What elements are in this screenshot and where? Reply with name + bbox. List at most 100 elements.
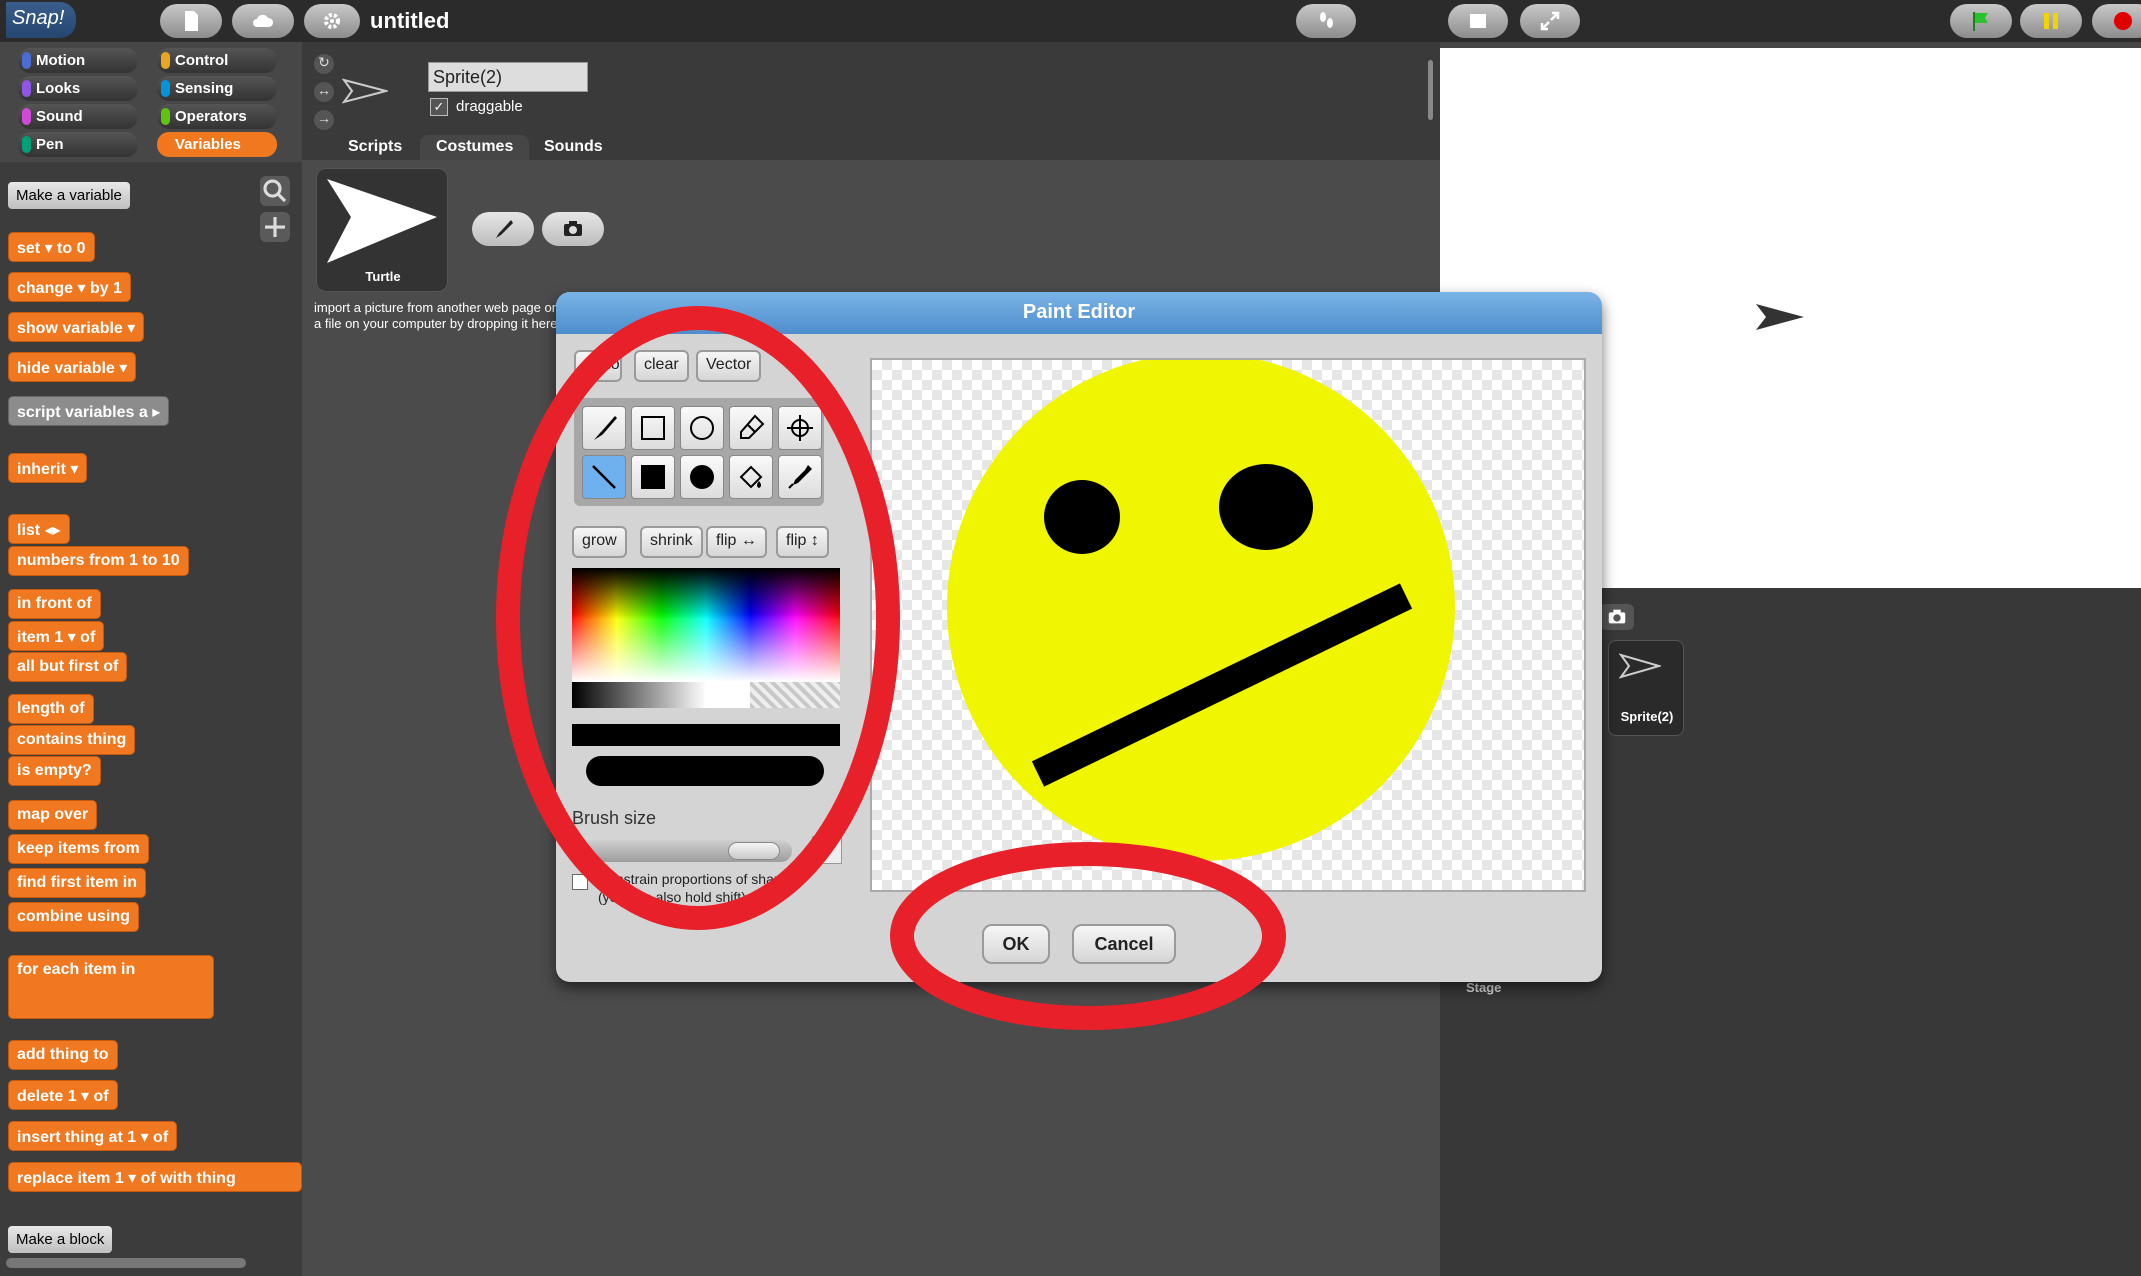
snap-window: Snap! untitled Motion Control Looks Sens… xyxy=(0,0,2141,1276)
green-flag-icon xyxy=(1973,12,1988,31)
undo-button[interactable]: undo xyxy=(574,350,622,382)
cloud-button[interactable] xyxy=(232,4,294,38)
sprite-thumbnail-icon xyxy=(1619,653,1661,679)
block-replace-item[interactable]: replace item 1 ▾ of with thing xyxy=(8,1162,302,1192)
block-add[interactable]: add thing to xyxy=(8,1040,118,1070)
constrain-label-line-1: Constrain proportions of shapes? xyxy=(598,871,805,887)
draggable-checkbox[interactable]: ✓ xyxy=(430,98,448,116)
rectangle-tool[interactable] xyxy=(631,406,675,450)
tab-sounds[interactable]: Sounds xyxy=(528,135,619,161)
ok-button[interactable]: OK xyxy=(982,924,1050,964)
green-flag-button[interactable] xyxy=(1950,4,2012,38)
gear-icon xyxy=(324,13,340,29)
costume-turtle[interactable]: Turtle xyxy=(316,168,448,292)
sprite-corral-item[interactable]: Sprite(2) xyxy=(1608,640,1684,736)
clear-button[interactable]: clear xyxy=(634,350,689,382)
block-numbers-from[interactable]: numbers from 1 to 10 xyxy=(8,546,189,576)
shrink-button[interactable]: shrink xyxy=(640,526,703,558)
flip-horizontal-button[interactable]: flip ↔ xyxy=(706,526,767,558)
block-inherit[interactable]: inherit ▾ xyxy=(8,453,88,483)
stage-label: Stage xyxy=(1466,980,1502,995)
sprite-pane-scrollbar[interactable] xyxy=(1428,60,1433,120)
block-keep-items[interactable]: keep items from xyxy=(8,834,149,864)
brush-size-slider[interactable] xyxy=(572,840,792,862)
grayscale-picker[interactable] xyxy=(572,682,840,708)
ellipse-tool[interactable] xyxy=(680,406,724,450)
pause-button[interactable] xyxy=(2020,4,2082,38)
eraser-tool[interactable] xyxy=(729,406,773,450)
block-set[interactable]: set ▾ to 0 xyxy=(8,232,95,262)
block-all-but-first[interactable]: all but first of xyxy=(8,652,128,682)
snap-logo[interactable]: Snap! xyxy=(6,2,76,38)
make-variable-button[interactable]: Make a variable xyxy=(8,182,130,209)
block-show-variable[interactable]: show variable ▾ xyxy=(8,312,145,342)
palette-scrollbar[interactable] xyxy=(6,1258,246,1268)
block-delete[interactable]: delete 1 ▾ of xyxy=(8,1080,118,1110)
paint-bucket-icon xyxy=(739,465,763,489)
rotation-style-flip[interactable]: ↔ xyxy=(314,82,334,102)
stop-button[interactable] xyxy=(2092,4,2141,38)
make-block-button[interactable]: Make a block xyxy=(8,1226,113,1253)
normal-stage-button[interactable] xyxy=(1448,4,1508,38)
block-map[interactable]: map over xyxy=(8,800,98,830)
filled-rectangle-tool[interactable] xyxy=(631,455,675,499)
block-contains[interactable]: contains thing xyxy=(8,725,136,755)
block-in-front-of[interactable]: in front of xyxy=(8,589,101,619)
block-item-of[interactable]: item 1 ▾ of xyxy=(8,621,105,651)
presentation-mode-button[interactable] xyxy=(1520,4,1580,38)
import-hint-line-2: a file on your computer by dropping it h… xyxy=(314,316,558,331)
search-icon xyxy=(263,179,287,203)
category-sensing[interactable]: Sensing xyxy=(157,76,277,101)
settings-button[interactable] xyxy=(304,4,360,38)
paint-canvas[interactable] xyxy=(870,358,1586,892)
stage-size-icon xyxy=(1470,14,1486,28)
camera-icon xyxy=(564,221,582,236)
category-sound[interactable]: Sound xyxy=(18,104,138,129)
stage-camera-button[interactable] xyxy=(1600,604,1634,630)
flip-vertical-button[interactable]: flip ↕ xyxy=(776,526,829,558)
block-find-first[interactable]: find first item in xyxy=(8,868,146,898)
block-change[interactable]: change ▾ by 1 xyxy=(8,272,131,302)
brush-tool[interactable] xyxy=(582,406,626,450)
paint-bucket-tool[interactable] xyxy=(729,455,773,499)
cancel-button[interactable]: Cancel xyxy=(1072,924,1176,964)
camera-costume-button[interactable] xyxy=(542,212,604,246)
footprints-icon xyxy=(1320,12,1333,28)
search-blocks-button[interactable] xyxy=(260,176,290,206)
crosshairs-tool[interactable] xyxy=(778,406,822,450)
tab-scripts[interactable]: Scripts xyxy=(332,135,418,161)
block-hide-variable[interactable]: hide variable ▾ xyxy=(8,352,137,382)
category-looks[interactable]: Looks xyxy=(18,76,138,101)
block-length-of[interactable]: length of xyxy=(8,694,94,724)
block-combine[interactable]: combine using xyxy=(8,902,139,932)
paint-new-costume-button[interactable] xyxy=(472,212,534,246)
rotation-style-rotate[interactable]: ↻ xyxy=(314,54,334,74)
category-pen[interactable]: Pen xyxy=(18,132,138,157)
line-tool[interactable] xyxy=(582,455,626,499)
grow-button[interactable]: grow xyxy=(572,526,627,558)
block-script-variables[interactable]: script variables a ▸ xyxy=(8,396,170,426)
paintbrush-icon xyxy=(496,220,513,238)
color-picker[interactable] xyxy=(572,568,840,682)
brush-size-input[interactable]: 20 xyxy=(812,836,842,864)
block-for-each[interactable]: for each item in xyxy=(8,955,214,1019)
category-control[interactable]: Control xyxy=(157,48,277,73)
eyedropper-tool[interactable] xyxy=(778,455,822,499)
block-insert[interactable]: insert thing at 1 ▾ of xyxy=(8,1121,178,1151)
sprite-name-field[interactable]: Sprite(2) xyxy=(428,62,588,92)
category-variables[interactable]: Variables xyxy=(157,132,277,157)
unused-blocks-button[interactable] xyxy=(1296,4,1356,38)
turtle-sprite[interactable] xyxy=(1754,302,1806,332)
rotation-style-none[interactable]: → xyxy=(314,110,334,130)
block-is-empty[interactable]: is empty? xyxy=(8,756,101,786)
add-block-button[interactable] xyxy=(260,212,290,242)
tab-costumes[interactable]: Costumes xyxy=(420,135,530,161)
slider-handle[interactable] xyxy=(728,842,780,860)
category-motion[interactable]: Motion xyxy=(18,48,138,73)
file-menu-button[interactable] xyxy=(160,4,222,38)
constrain-checkbox[interactable] xyxy=(572,874,588,890)
category-operators[interactable]: Operators xyxy=(157,104,277,129)
filled-ellipse-tool[interactable] xyxy=(680,455,724,499)
block-list[interactable]: list ◂▸ xyxy=(8,514,70,544)
vector-button[interactable]: Vector xyxy=(696,350,762,382)
